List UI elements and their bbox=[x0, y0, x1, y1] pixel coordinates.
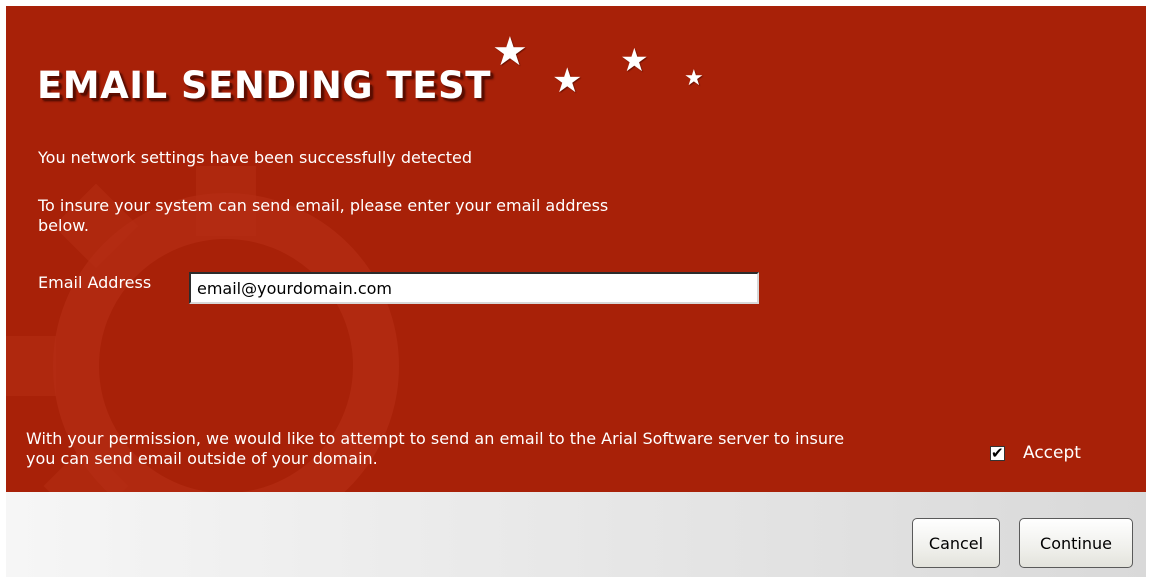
cancel-button[interactable]: Cancel bbox=[912, 518, 1000, 568]
permission-line-2: you can send email outside of your domai… bbox=[26, 449, 378, 468]
email-sending-test-dialog: EMAIL SENDING TEST ★ ★ ★ ★ You network s… bbox=[0, 0, 1151, 577]
accept-label[interactable]: Accept bbox=[1023, 443, 1081, 463]
page-title: EMAIL SENDING TEST bbox=[37, 64, 491, 107]
continue-button-label: Continue bbox=[1040, 533, 1112, 553]
permission-line-1: With your permission, we would like to a… bbox=[26, 429, 845, 448]
star-icon: ★ bbox=[684, 66, 704, 91]
star-icon: ★ bbox=[552, 61, 583, 101]
accept-checkbox-row[interactable]: ✔ Accept bbox=[990, 443, 1081, 463]
accept-checkbox[interactable]: ✔ bbox=[990, 443, 1005, 462]
checkbox-checked-icon: ✔ bbox=[991, 443, 1004, 462]
header-banner: EMAIL SENDING TEST ★ ★ ★ ★ You network s… bbox=[6, 6, 1146, 492]
email-field[interactable] bbox=[189, 272, 759, 304]
permission-text: With your permission, we would like to a… bbox=[26, 429, 956, 469]
status-message: You network settings have been successfu… bbox=[38, 148, 473, 167]
instruction-line-1: To insure your system can send email, pl… bbox=[38, 196, 609, 215]
email-label: Email Address bbox=[38, 273, 152, 292]
instruction-line-2: below. bbox=[38, 216, 89, 235]
cancel-button-label: Cancel bbox=[928, 533, 984, 553]
star-icon: ★ bbox=[620, 41, 649, 79]
continue-button[interactable]: Continue bbox=[1019, 518, 1133, 568]
star-icon: ★ bbox=[492, 29, 528, 75]
